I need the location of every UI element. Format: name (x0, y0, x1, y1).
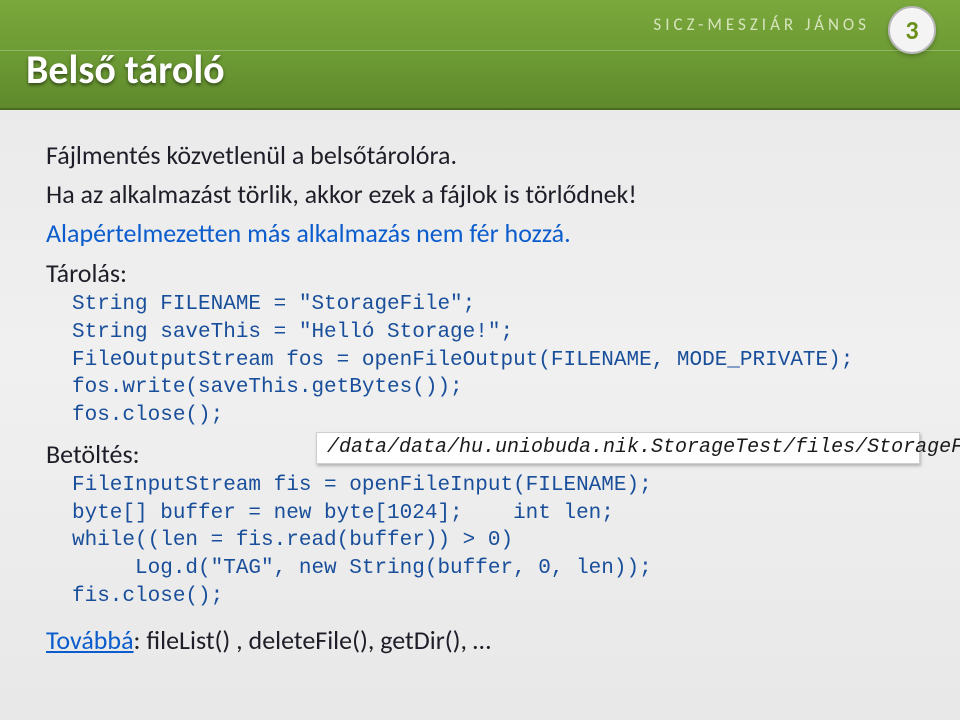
footer-rest: : fileList() , deleteFile(), getDir(), … (134, 624, 491, 656)
storage-code-block: String FILENAME = "StorageFile"; String … (72, 291, 914, 430)
file-path-hint: /data/data/hu.uniobuda.nik.StorageTest/f… (316, 432, 920, 464)
author-name: SICZ-MESZIÁR JÁNOS (653, 14, 870, 35)
page-number-badge: 3 (888, 6, 936, 54)
load-section: /data/data/hu.uniobuda.nik.StorageTest/f… (46, 432, 914, 470)
slide-body: Fájlmentés közvetlenül a belsőtárolóra. … (0, 110, 960, 676)
body-line-1: Fájlmentés közvetlenül a belsőtárolóra. (46, 138, 914, 173)
more-link[interactable]: Továbbá (46, 624, 134, 656)
body-line-2: Ha az alkalmazást törlik, akkor ezek a f… (46, 177, 914, 212)
body-line-3: Alapértelmezetten más alkalmazás nem fér… (46, 216, 914, 251)
load-code-block: FileInputStream fis = openFileInput(FILE… (72, 472, 914, 611)
slide-header: SICZ-MESZIÁR JÁNOS 3 Belső tároló (0, 0, 960, 110)
storage-heading: Tárolás: (46, 257, 914, 289)
slide-title: Belső tároló (26, 45, 225, 94)
footer-line: Továbbá: fileList() , deleteFile(), getD… (46, 624, 914, 656)
